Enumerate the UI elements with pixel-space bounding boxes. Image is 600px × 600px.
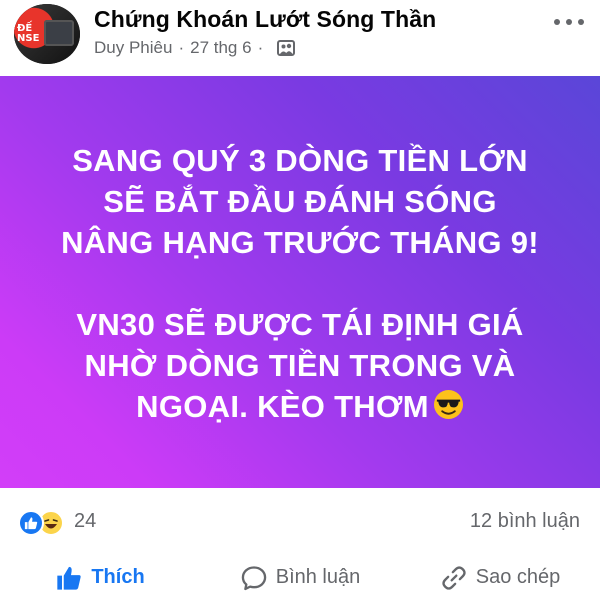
author-name[interactable]: Duy Phiêu xyxy=(94,38,172,58)
comment-button[interactable]: Bình luận xyxy=(200,555,400,600)
reactions-summary: 24 12 bình luận xyxy=(0,500,600,544)
avatar-screen xyxy=(44,20,74,46)
post-line: NGOẠI. KÈO THƠM xyxy=(136,389,429,424)
copy-label: Sao chép xyxy=(475,566,561,588)
like-button[interactable]: Thích xyxy=(0,555,200,600)
reaction-count[interactable]: 24 xyxy=(74,510,96,533)
post-date[interactable]: 27 thg 6 xyxy=(190,38,251,58)
post-text: SANG QUÝ 3 DÒNG TIỀN LỚN SẼ BẮT ĐẦU ĐÁNH… xyxy=(0,140,600,427)
post-line-last: NGOẠI. KÈO THƠM xyxy=(0,386,600,427)
action-bar: Thích Bình luận Sao chép xyxy=(0,555,600,600)
post-meta: Duy Phiêu · 27 thg 6 · xyxy=(94,38,296,58)
post-line: SANG QUÝ 3 DÒNG TIỀN LỚN xyxy=(72,143,528,178)
post-line: VN30 SẼ ĐƯỢC TÁI ĐỊNH GIÁ xyxy=(76,307,524,342)
reaction-icons[interactable] xyxy=(18,510,74,536)
page-avatar[interactable]: ĐẾ NSE xyxy=(14,4,80,64)
post-line: NHỜ DÒNG TIỀN TRONG VÀ xyxy=(84,348,516,383)
post-line: SẼ BẮT ĐẦU ĐÁNH SÓNG xyxy=(103,184,497,219)
more-dot xyxy=(578,19,584,25)
page-audience-icon xyxy=(277,40,296,56)
more-dots-icon xyxy=(554,19,560,25)
more-dot xyxy=(566,19,572,25)
like-reaction-icon xyxy=(18,510,44,536)
comment-count[interactable]: 12 bình luận xyxy=(470,510,580,533)
meta-separator-2: · xyxy=(257,38,264,57)
smiling-face-with-sunglasses-icon xyxy=(433,389,463,420)
link-icon xyxy=(442,565,466,590)
like-label: Thích xyxy=(91,566,145,588)
thumbs-up-icon xyxy=(57,566,81,590)
comment-label: Bình luận xyxy=(275,566,361,588)
post-line-blank xyxy=(0,263,600,304)
meta-separator: · xyxy=(178,38,185,57)
speech-bubble-icon xyxy=(241,565,266,590)
page-name[interactable]: Chứng Khoán Lướt Sóng Thần xyxy=(94,6,436,33)
post-header: ĐẾ NSE Chứng Khoán Lướt Sóng Thần Duy Phi… xyxy=(0,0,600,76)
post-line: NÂNG HẠNG TRƯỚC THÁNG 9! xyxy=(61,225,539,260)
copy-button[interactable]: Sao chép xyxy=(400,555,600,600)
more-options-button[interactable] xyxy=(554,10,584,34)
avatar-logo-text: ĐẾ NSE xyxy=(17,23,40,44)
